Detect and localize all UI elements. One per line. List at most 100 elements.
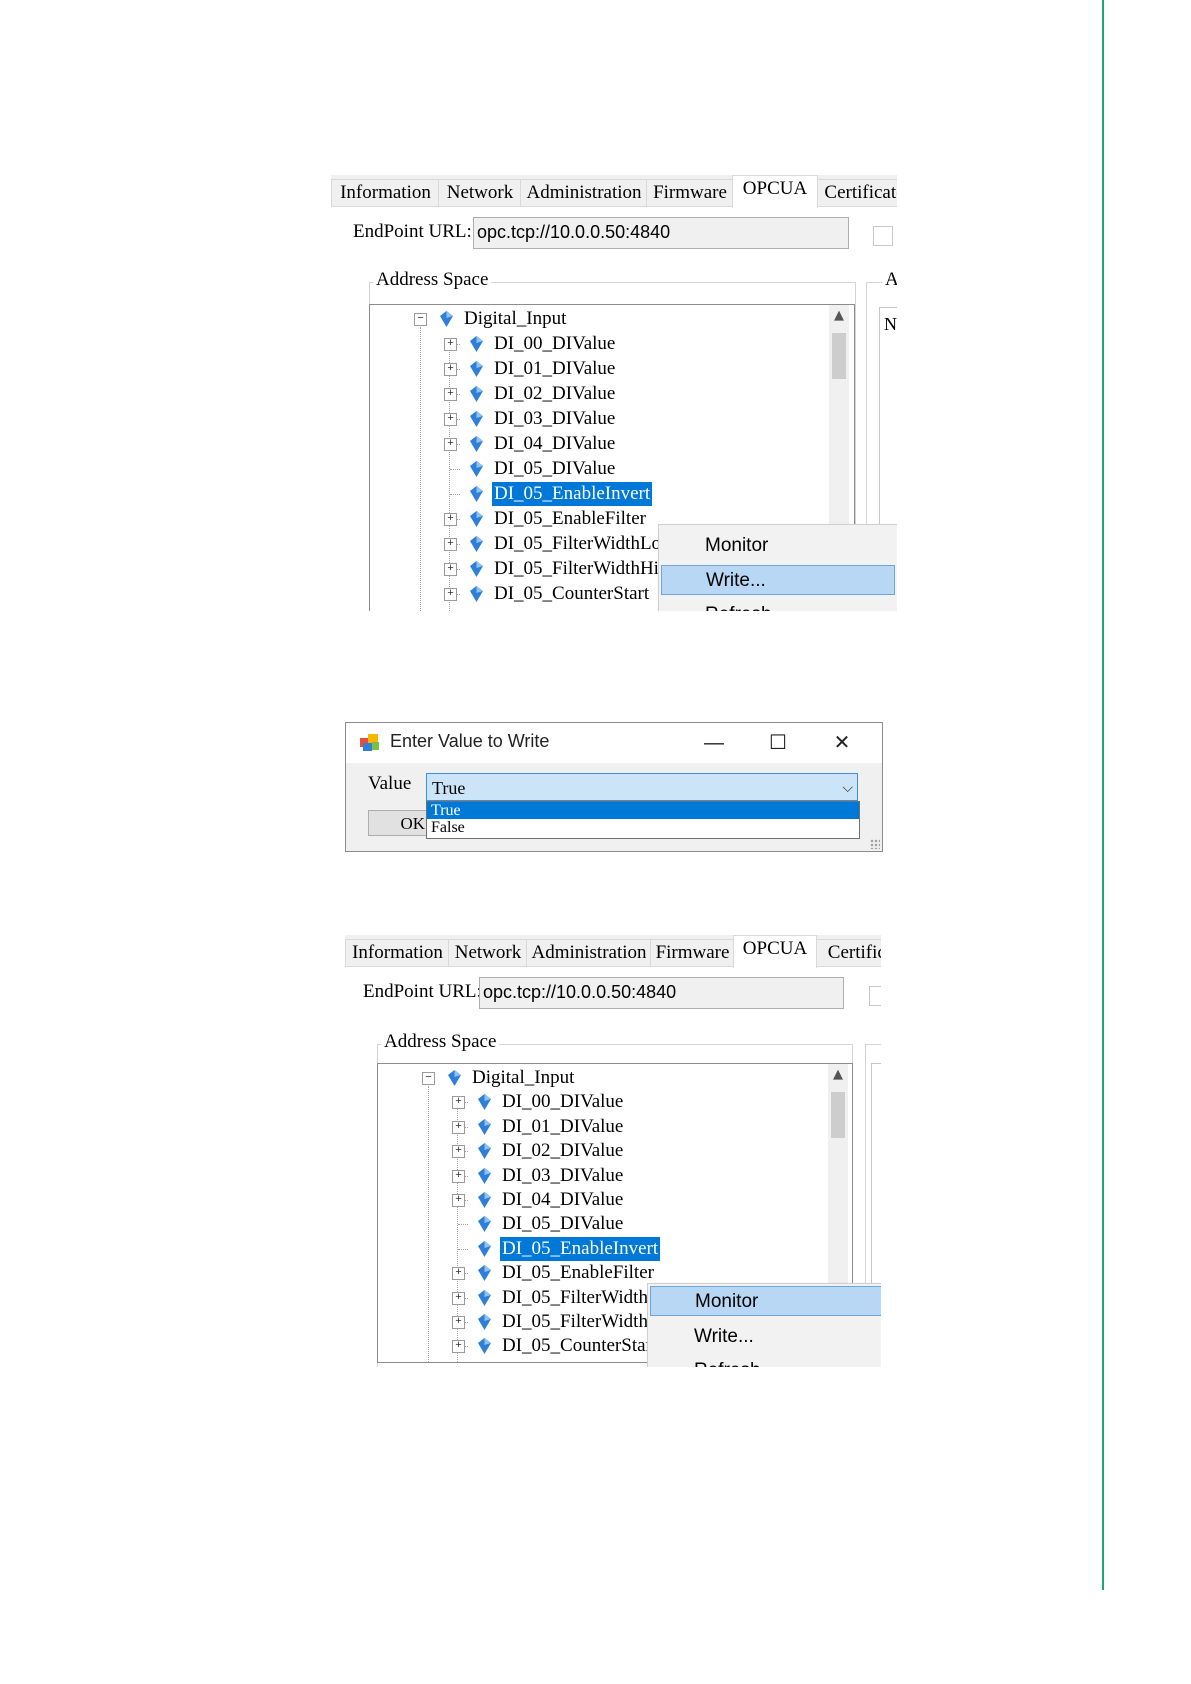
endpoint-url-field[interactable]: opc.tcp://10.0.0.50:4840 <box>479 977 844 1009</box>
scrollbar-thumb[interactable] <box>831 1092 845 1138</box>
close-button[interactable]: ✕ <box>822 727 862 759</box>
expand-icon[interactable]: + <box>452 1194 465 1207</box>
tab-administration[interactable]: Administration <box>526 939 652 966</box>
chevron-down-icon[interactable]: ⌵ <box>842 774 853 802</box>
address-space-label: Address Space <box>381 1031 500 1053</box>
collapse-icon[interactable]: − <box>414 313 427 326</box>
resize-grip-icon[interactable] <box>870 839 880 849</box>
tree-node-label: DI_05_FilterWidthLo <box>502 1286 670 1308</box>
tree-node-label: DI_05_FilterWidthLo <box>494 533 662 554</box>
expand-icon[interactable]: + <box>452 1291 465 1305</box>
tag-icon <box>478 1289 491 1306</box>
menu-item-refresh[interactable]: Refresh <box>650 1356 881 1367</box>
expand-icon[interactable]: + <box>452 1169 465 1183</box>
value-dropdown-list: True False <box>426 801 860 839</box>
value-label: Value <box>368 773 412 794</box>
tag-icon <box>448 1070 461 1086</box>
expand-icon[interactable]: + <box>452 1340 465 1354</box>
tab-firmware[interactable]: Firmware <box>650 939 735 966</box>
expand-icon[interactable]: + <box>444 588 457 601</box>
tree-node-label: DI_04_DIValue <box>502 1189 624 1210</box>
checkbox[interactable] <box>869 986 881 1006</box>
expand-icon[interactable]: + <box>444 538 457 551</box>
tag-icon <box>478 1192 491 1208</box>
tab-certificate[interactable]: Certificate <box>816 179 897 206</box>
value-combobox[interactable]: True ⌵ <box>426 773 858 801</box>
scroll-up-icon[interactable]: ▲ <box>829 305 849 325</box>
opcua-tab-panel: EndPoint URL: opc.tcp://10.0.0.50:4840 A… <box>331 206 897 611</box>
tree-node-label: Digital_Input <box>472 1067 575 1088</box>
endpoint-url-field[interactable]: opc.tcp://10.0.0.50:4840 <box>473 217 849 249</box>
expand-icon[interactable]: + <box>444 338 457 351</box>
tag-icon <box>470 561 483 577</box>
tag-icon <box>478 1094 491 1111</box>
tree-node-label: DI_04_DIValue <box>494 433 616 454</box>
maximize-button[interactable]: ☐ <box>758 727 798 759</box>
tab-opcua[interactable]: OPCUA <box>732 175 818 208</box>
expand-icon[interactable]: + <box>444 388 457 401</box>
tab-administration[interactable]: Administration <box>520 179 648 206</box>
tag-icon <box>470 586 483 602</box>
menu-item-write[interactable]: Write... <box>650 1322 881 1352</box>
right-panel-text: N <box>884 314 897 334</box>
expand-icon[interactable]: + <box>444 413 457 426</box>
option-true[interactable]: True <box>427 802 859 819</box>
tree-node-label: DI_05_FilterWidthHi <box>494 558 659 579</box>
tab-network[interactable]: Network <box>438 179 522 206</box>
expand-icon[interactable]: + <box>444 438 457 451</box>
collapse-icon[interactable]: − <box>422 1072 435 1085</box>
minimize-button[interactable]: — <box>694 727 734 759</box>
menu-item-monitor[interactable]: Monitor <box>650 1286 881 1316</box>
context-menu: Monitor Write... Refresh <box>647 1283 881 1367</box>
expand-icon[interactable]: + <box>452 1267 465 1281</box>
tree-node-label: DI_05_EnableInvert <box>500 1236 661 1261</box>
tree-node-label: DI_03_DIValue <box>502 1164 624 1186</box>
tree-node-label: DI_02_DIValue <box>502 1140 624 1162</box>
tree-node-label: DI_05_EnableInvert <box>492 482 653 506</box>
tab-information[interactable]: Information <box>345 939 450 966</box>
tag-icon <box>478 1314 491 1330</box>
opcua-screenshot-monitor: Information Network Administration Firmw… <box>345 935 881 1367</box>
expand-icon[interactable]: + <box>444 563 457 576</box>
tag-icon <box>440 311 453 327</box>
app-icon <box>360 734 379 751</box>
scroll-up-icon[interactable]: ▲ <box>828 1064 848 1084</box>
tree-node-label: DI_02_DIValue <box>494 383 616 404</box>
checkbox[interactable] <box>873 226 893 246</box>
expand-icon[interactable]: + <box>444 363 457 376</box>
tab-network[interactable]: Network <box>448 939 528 966</box>
tag-icon <box>478 1118 491 1135</box>
right-group-label: A <box>882 269 897 291</box>
tree-node-label: DI_01_DIValue <box>502 1115 624 1137</box>
ok-button[interactable]: OK <box>368 810 428 836</box>
enter-value-dialog: Enter Value to Write — ☐ ✕ Value OK True… <box>345 722 883 852</box>
tab-opcua[interactable]: OPCUA <box>733 935 817 968</box>
expand-icon[interactable]: + <box>452 1096 465 1110</box>
menu-item-refresh[interactable]: Refresh <box>661 600 895 611</box>
menu-item-monitor[interactable]: Monitor <box>661 531 895 561</box>
expand-icon[interactable]: + <box>452 1316 465 1329</box>
tag-icon <box>478 1265 491 1282</box>
tab-information[interactable]: Information <box>331 179 440 206</box>
tab-firmware[interactable]: Firmware <box>646 179 734 206</box>
opcua-tab-panel: EndPoint URL: opc.tcp://10.0.0.50:4840 A… <box>345 966 881 1367</box>
option-false[interactable]: False <box>427 819 859 836</box>
opcua-screenshot-write: Information Network Administration Firmw… <box>331 175 897 611</box>
menu-item-write[interactable]: Write... <box>661 565 895 595</box>
scrollbar-thumb[interactable] <box>832 333 846 379</box>
expand-icon[interactable]: + <box>452 1145 465 1159</box>
tag-icon <box>478 1338 491 1355</box>
tree-node-label: DI_05_EnableFilter <box>494 508 646 529</box>
tree-node-label: DI_03_DIValue <box>494 408 616 429</box>
context-menu: Monitor Write... Refresh <box>658 524 897 611</box>
expand-icon[interactable]: + <box>452 1120 465 1134</box>
expand-icon[interactable]: + <box>444 513 457 526</box>
tree-node-label: DI_05_FilterWidthHi <box>502 1311 667 1332</box>
tag-icon <box>470 336 483 352</box>
endpoint-url-label: EndPoint URL: <box>353 221 472 242</box>
tab-strip: Information Network Administration Firmw… <box>345 935 881 968</box>
tab-certificate[interactable]: Certifica <box>815 939 881 966</box>
tree-node-label: DI_05_DIValue <box>494 458 616 479</box>
tag-icon <box>470 486 483 502</box>
tree-node-label: DI_05_EnableFilter <box>502 1262 654 1284</box>
